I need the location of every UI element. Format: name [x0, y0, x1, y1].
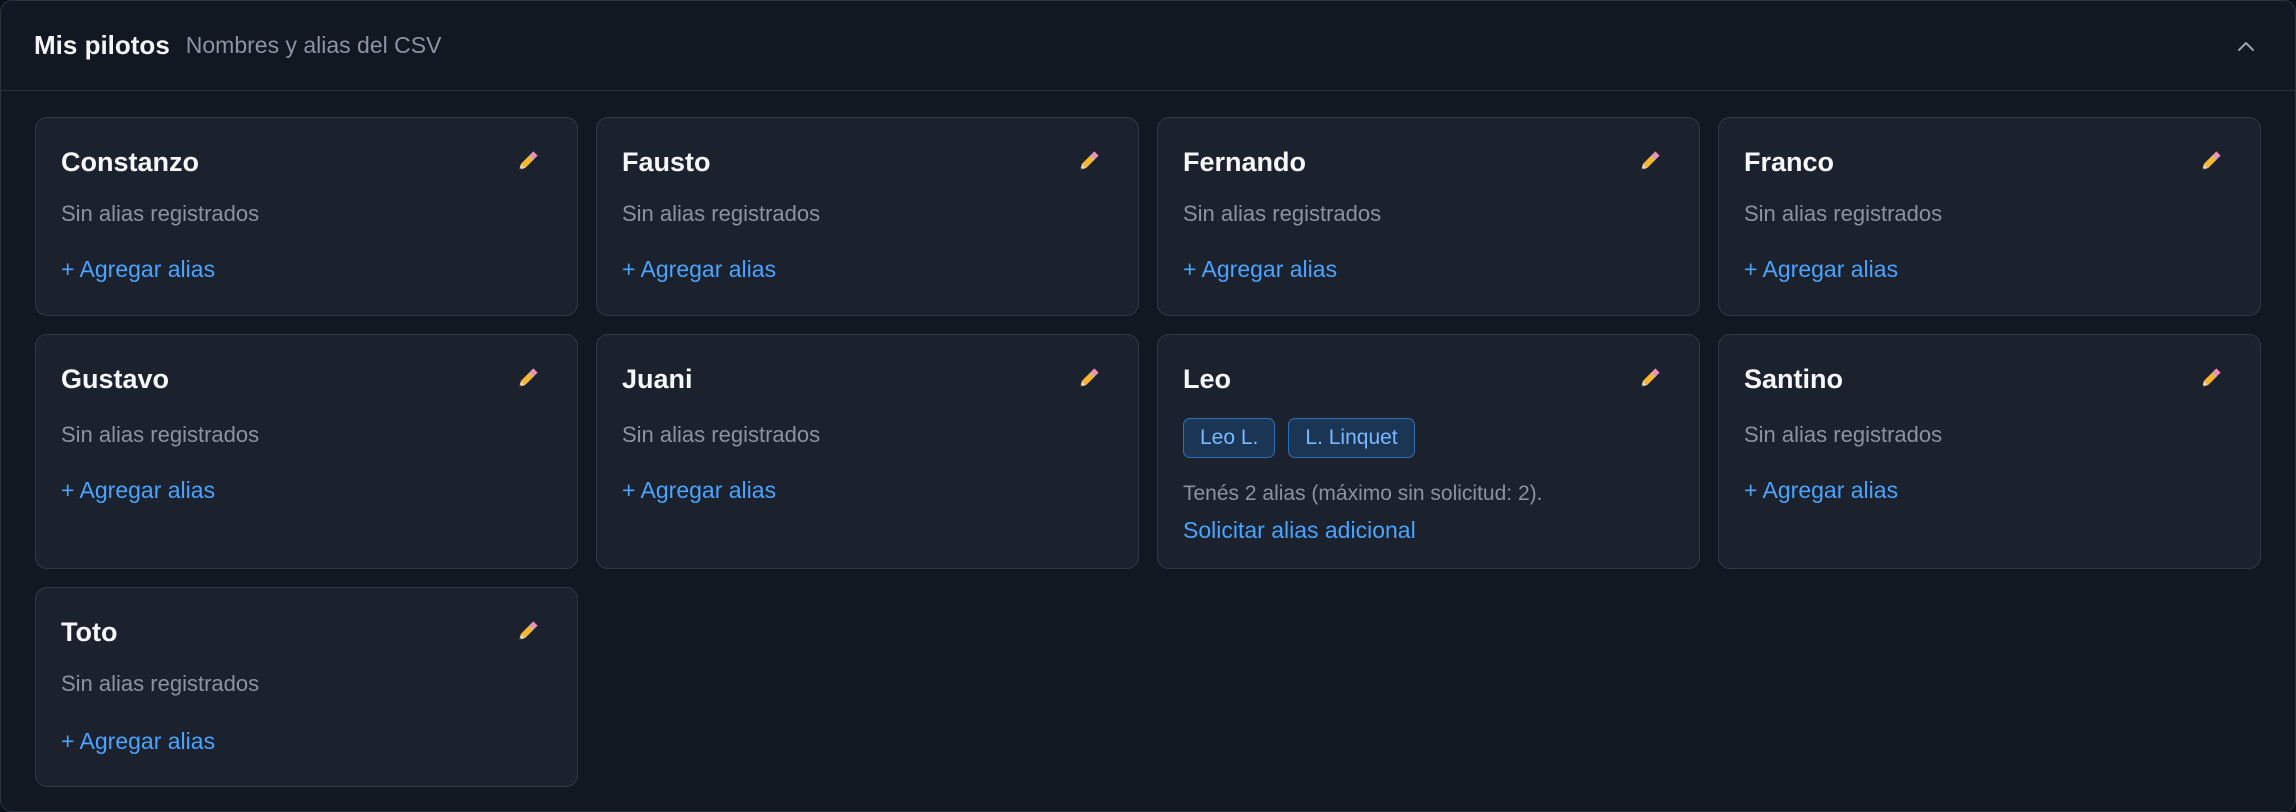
- no-alias-text: Sin alias registrados: [61, 671, 260, 696]
- add-alias-link[interactable]: + Agregar alias: [1183, 256, 1337, 283]
- pilot-card: Leo Leo L. L. Linquet Tenés 2 alias (máx…: [1157, 334, 1700, 569]
- add-alias-link[interactable]: + Agregar alias: [61, 256, 215, 283]
- no-alias-text: Sin alias registrados: [1183, 201, 1382, 226]
- pencil-icon[interactable]: [1072, 146, 1104, 178]
- alias-chips: Leo L. L. Linquet: [1183, 418, 1415, 458]
- no-alias-text: Sin alias registrados: [61, 422, 260, 447]
- alias-chip[interactable]: Leo L.: [1183, 418, 1276, 458]
- pencil-icon[interactable]: [1633, 363, 1665, 395]
- pilot-name: Leo: [1183, 364, 1232, 394]
- pilot-name: Constanzo: [61, 147, 199, 177]
- pilot-name: Franco: [1744, 147, 1835, 177]
- pencil-icon[interactable]: [511, 146, 543, 178]
- panel-header[interactable]: Mis pilotos Nombres y alias del CSV: [1, 1, 2295, 91]
- pilot-name: Juani: [622, 364, 693, 394]
- pilots-panel: Mis pilotos Nombres y alias del CSV Cons…: [0, 0, 2296, 812]
- panel-title: Mis pilotos: [34, 30, 170, 60]
- pilot-card: Toto Sin alias registrados + Agregar ali…: [35, 587, 578, 787]
- pilot-name: Toto: [61, 617, 118, 647]
- pencil-icon[interactable]: [511, 363, 543, 395]
- pencil-icon[interactable]: [2194, 146, 2226, 178]
- panel-subtitle: Nombres y alias del CSV: [185, 32, 442, 58]
- add-alias-link[interactable]: + Agregar alias: [622, 256, 776, 283]
- chevron-up-icon[interactable]: [2231, 31, 2261, 61]
- pilot-name: Gustavo: [61, 364, 170, 394]
- pilot-card: Fausto Sin alias registrados + Agregar a…: [596, 117, 1139, 316]
- pilot-name: Fernando: [1183, 147, 1307, 177]
- pencil-icon[interactable]: [2194, 363, 2226, 395]
- pilot-card: Fernando Sin alias registrados + Agregar…: [1157, 117, 1700, 316]
- alias-chip[interactable]: L. Linquet: [1288, 418, 1415, 458]
- pilot-card: Santino Sin alias registrados + Agregar …: [1718, 334, 2261, 569]
- pilots-grid: Constanzo Sin alias registrados + Agrega…: [35, 117, 2263, 787]
- pilot-card: Juani Sin alias registrados + Agregar al…: [596, 334, 1139, 569]
- pilot-card: Constanzo Sin alias registrados + Agrega…: [35, 117, 578, 316]
- pencil-icon[interactable]: [1633, 146, 1665, 178]
- add-alias-link[interactable]: + Agregar alias: [1744, 256, 1898, 283]
- pencil-icon[interactable]: [511, 616, 543, 648]
- pilot-name: Santino: [1744, 364, 1843, 394]
- add-alias-link[interactable]: + Agregar alias: [61, 728, 215, 755]
- pilot-name: Fausto: [622, 147, 711, 177]
- add-alias-link[interactable]: + Agregar alias: [622, 477, 776, 504]
- add-alias-link[interactable]: + Agregar alias: [61, 477, 215, 504]
- alias-count-text: Tenés 2 alias (máximo sin solicitud: 2).: [1183, 482, 1543, 505]
- no-alias-text: Sin alias registrados: [1744, 422, 1943, 447]
- no-alias-text: Sin alias registrados: [1744, 201, 1943, 226]
- no-alias-text: Sin alias registrados: [622, 201, 821, 226]
- request-alias-link[interactable]: Solicitar alias adicional: [1183, 517, 1416, 544]
- pilot-card: Franco Sin alias registrados + Agregar a…: [1718, 117, 2261, 316]
- pilot-card: Gustavo Sin alias registrados + Agregar …: [35, 334, 578, 569]
- no-alias-text: Sin alias registrados: [622, 422, 821, 447]
- pencil-icon[interactable]: [1072, 363, 1104, 395]
- no-alias-text: Sin alias registrados: [61, 201, 260, 226]
- add-alias-link[interactable]: + Agregar alias: [1744, 477, 1898, 504]
